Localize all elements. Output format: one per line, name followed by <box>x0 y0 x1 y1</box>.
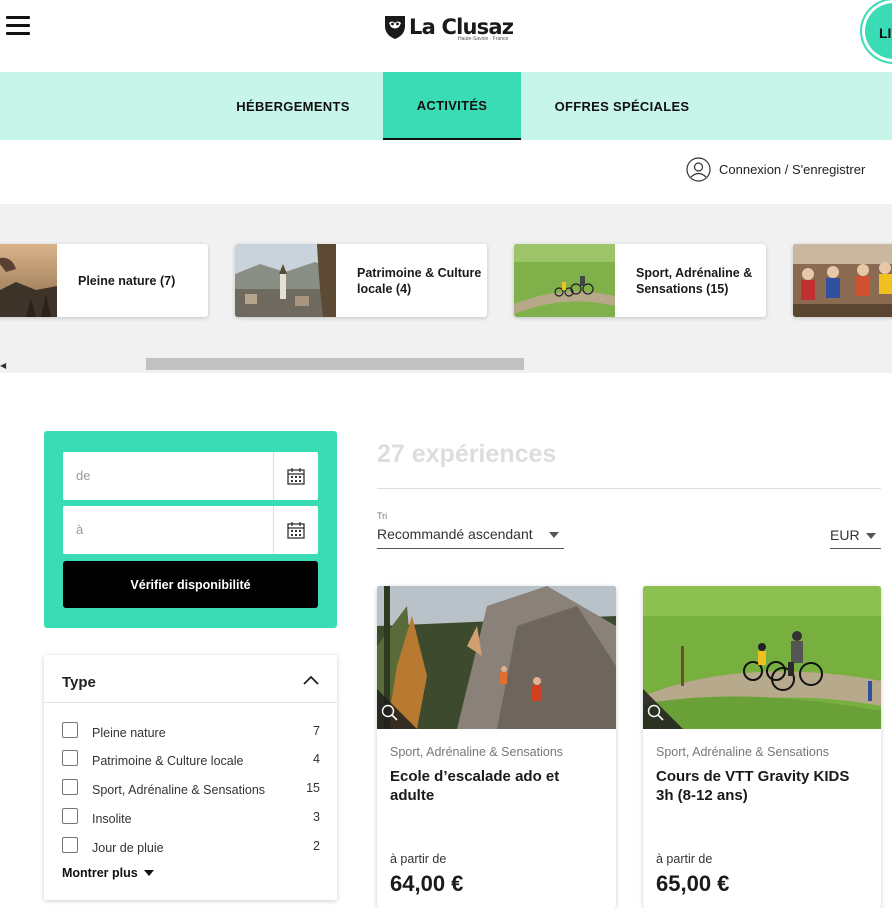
tab-hebergements[interactable]: HÉBERGEMENTS <box>220 72 366 140</box>
live-button-label: LIV <box>879 25 892 41</box>
category-card-pleine-nature[interactable]: Pleine nature (7) <box>0 244 208 317</box>
site-logo[interactable]: La Clusaz Haute-Savoie · France <box>384 14 514 42</box>
live-button[interactable]: LIV <box>862 0 892 62</box>
experience-category: Sport, Adrénaline & Sensations <box>390 745 564 759</box>
checkbox[interactable] <box>62 837 78 853</box>
category-label: Sport, Adrénaline & Sensations (15) <box>636 265 753 296</box>
experience-title[interactable]: Cours de VTT Gravity KIDS 3h (8-12 ans) <box>656 767 868 805</box>
login-label: Connexion / S'enregistrer <box>719 162 866 177</box>
sort-select[interactable]: Recommandé ascendant <box>377 524 564 549</box>
type-option-label: Pleine nature <box>92 726 166 740</box>
logo-shield-icon <box>385 16 405 39</box>
experience-card[interactable]: Sport, Adrénaline & Sensations Cours de … <box>643 586 881 908</box>
checkbox[interactable] <box>62 779 78 795</box>
type-option-count: 3 <box>313 810 320 824</box>
scroll-left-icon[interactable]: ◀ <box>0 361 6 370</box>
logo-subtitle: Haute-Savoie · France <box>458 36 509 42</box>
availability-panel: de à Vérifier disponibilité <box>44 431 337 628</box>
type-filter-title: Type <box>62 674 96 691</box>
date-to-placeholder: à <box>76 522 84 537</box>
category-carousel: Pleine nature (7) Patrimoine & Culture l… <box>0 204 892 373</box>
menu-icon[interactable] <box>6 16 30 36</box>
type-option-jour-de-pluie[interactable]: Jour de pluie 2 <box>62 837 320 857</box>
type-option-label: Insolite <box>92 812 132 826</box>
type-option-sport[interactable]: Sport, Adrénaline & Sensations 15 <box>62 779 320 799</box>
chevron-up-icon[interactable] <box>303 675 319 685</box>
magnifier-icon[interactable] <box>647 704 665 722</box>
checkbox[interactable] <box>62 808 78 824</box>
site-header: La Clusaz Haute-Savoie · France LIV <box>0 0 892 72</box>
check-availability-button[interactable]: Vérifier disponibilité <box>63 561 318 608</box>
show-more-label: Montrer plus <box>62 866 138 880</box>
type-option-label: Patrimoine & Culture locale <box>92 754 244 768</box>
category-image <box>793 244 892 317</box>
main-nav: HÉBERGEMENTS ACTIVITÉS OFFRES SPÉCIALES <box>0 72 892 140</box>
category-card-sport[interactable]: Sport, Adrénaline & Sensations (15) <box>514 244 766 317</box>
experience-card[interactable]: Sport, Adrénaline & Sensations Ecole d’e… <box>377 586 616 908</box>
currency-select[interactable]: EUR <box>830 524 881 549</box>
date-to-field[interactable]: à <box>63 506 318 554</box>
login-link[interactable]: Connexion / S'enregistrer <box>686 157 865 182</box>
divider <box>44 702 337 703</box>
experience-price: 64,00 € <box>390 871 464 896</box>
magnifier-icon[interactable] <box>381 704 399 722</box>
caret-down-icon <box>549 532 559 538</box>
show-more-button[interactable]: Montrer plus <box>62 866 155 880</box>
checkbox[interactable] <box>62 750 78 766</box>
type-option-count: 7 <box>313 724 320 738</box>
type-option-pleine-nature[interactable]: Pleine nature 7 <box>62 722 320 742</box>
carousel-scrollbar-thumb[interactable] <box>146 358 524 370</box>
checkbox[interactable] <box>62 722 78 738</box>
experience-title[interactable]: Ecole d’escalade ado et adulte <box>390 767 602 805</box>
type-option-count: 15 <box>306 781 320 795</box>
type-option-patrimoine[interactable]: Patrimoine & Culture locale 4 <box>62 750 320 770</box>
type-filter-panel: Type Pleine nature 7 Patrimoine & Cultur… <box>44 655 337 900</box>
calendar-icon[interactable] <box>273 506 318 554</box>
caret-down-icon <box>866 533 876 539</box>
date-from-placeholder: de <box>76 468 91 483</box>
category-image <box>514 244 615 317</box>
user-icon <box>686 157 711 182</box>
calendar-icon[interactable] <box>273 452 318 500</box>
experience-price: 65,00 € <box>656 871 730 896</box>
sort-value: Recommandé ascendant <box>377 526 533 542</box>
caret-down-icon <box>143 870 154 876</box>
tab-offres-speciales[interactable]: OFFRES SPÉCIALES <box>540 72 704 140</box>
category-card-insolite[interactable] <box>793 244 892 317</box>
currency-value: EUR <box>830 527 860 543</box>
price-prefix: à partir de <box>656 852 713 866</box>
results-count: 27 expériences <box>377 440 557 468</box>
price-prefix: à partir de <box>390 852 447 866</box>
category-card-patrimoine[interactable]: Patrimoine & Culture locale (4) <box>235 244 487 317</box>
tab-activites[interactable]: ACTIVITÉS <box>383 72 521 140</box>
type-option-count: 4 <box>313 752 320 766</box>
sort-label: Tri <box>377 511 388 521</box>
type-option-label: Jour de pluie <box>92 841 164 855</box>
category-label: Pleine nature (7) <box>78 273 176 288</box>
category-image <box>0 244 57 317</box>
type-option-insolite[interactable]: Insolite 3 <box>62 808 320 828</box>
category-label: Patrimoine & Culture locale (4) <box>357 265 482 296</box>
type-option-count: 2 <box>313 839 320 853</box>
type-option-label: Sport, Adrénaline & Sensations <box>92 783 266 797</box>
divider <box>377 488 881 489</box>
category-image <box>235 244 336 317</box>
experience-category: Sport, Adrénaline & Sensations <box>656 745 830 759</box>
date-from-field[interactable]: de <box>63 452 318 500</box>
